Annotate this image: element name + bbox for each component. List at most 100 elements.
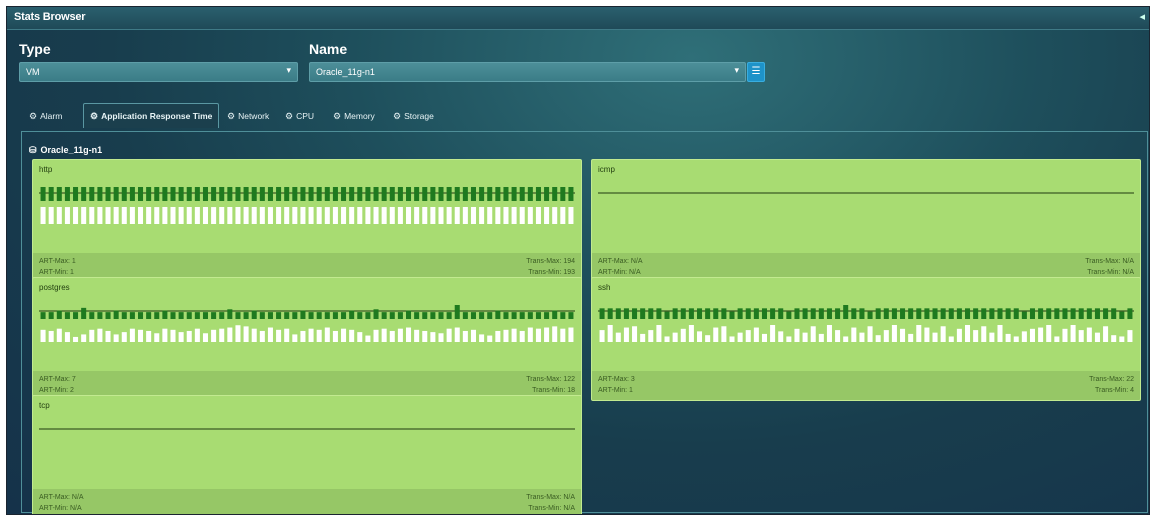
trans-bar bbox=[851, 327, 857, 342]
trans-bar bbox=[908, 333, 914, 342]
type-select[interactable]: VM ▾ bbox=[19, 62, 298, 82]
card-footer: ART-Max: N/A ART-Min: N/A Trans-Max: N/A… bbox=[33, 489, 581, 514]
trans-max: Trans-Max: 122 bbox=[526, 376, 575, 383]
art-max: ART-Max: N/A bbox=[598, 258, 643, 265]
tab-storage[interactable]: ⚙ Storage bbox=[387, 107, 440, 125]
art-bar bbox=[56, 187, 62, 201]
trans-bar bbox=[341, 328, 347, 342]
gear-icon: ⚙ bbox=[29, 111, 38, 121]
tab-network[interactable]: ⚙ Network bbox=[221, 107, 275, 125]
gear-icon: ⚙ bbox=[285, 111, 294, 121]
trans-bar bbox=[462, 330, 468, 342]
trans-bar bbox=[332, 330, 338, 342]
tab-cpu[interactable]: ⚙ CPU bbox=[279, 107, 320, 125]
art-bar bbox=[672, 308, 678, 319]
trans-bar bbox=[778, 331, 784, 342]
art-bar bbox=[162, 187, 168, 201]
art-bar bbox=[462, 312, 468, 319]
trans-min: Trans-Min: 193 bbox=[528, 269, 575, 276]
art-bar bbox=[105, 187, 111, 201]
chevron-down-icon: ▾ bbox=[734, 65, 739, 75]
trans-bar bbox=[357, 332, 363, 342]
trans-bar bbox=[389, 207, 395, 224]
gear-icon: ⚙ bbox=[227, 111, 236, 121]
trans-bar bbox=[1062, 328, 1068, 342]
list-view-button[interactable]: ☰ bbox=[747, 62, 765, 82]
art-bar bbox=[560, 312, 566, 319]
trans-bar bbox=[688, 325, 694, 342]
trans-bar bbox=[89, 207, 95, 224]
trans-bar bbox=[259, 330, 265, 342]
trans-bar bbox=[786, 336, 792, 342]
art-bar bbox=[826, 308, 832, 319]
art-bar bbox=[859, 308, 865, 319]
art-bar bbox=[365, 187, 371, 201]
trans-max: Trans-Max: 22 bbox=[1089, 376, 1134, 383]
trans-bar bbox=[373, 329, 379, 342]
trans-max: Trans-Max: N/A bbox=[526, 494, 575, 501]
art-bar bbox=[276, 312, 282, 319]
trans-bar bbox=[56, 207, 62, 224]
trans-bar bbox=[235, 325, 241, 342]
trans-bar bbox=[1103, 326, 1109, 342]
trans-bar bbox=[479, 207, 485, 224]
tab-label: CPU bbox=[296, 111, 315, 121]
trans-bar bbox=[552, 326, 558, 342]
art-bar bbox=[479, 312, 485, 319]
trans-bar bbox=[64, 332, 70, 342]
tab-alarm[interactable]: ⚙ Alarm bbox=[23, 107, 68, 125]
art-bar bbox=[446, 187, 452, 201]
art-bar bbox=[623, 308, 629, 319]
art-bar bbox=[308, 187, 314, 201]
trans-bar bbox=[519, 330, 525, 342]
trans-bar bbox=[349, 207, 355, 224]
collapse-icon[interactable]: ◂ bbox=[1139, 10, 1145, 23]
trans-bar bbox=[251, 207, 257, 224]
trans-bar bbox=[818, 333, 824, 342]
art-bar bbox=[786, 311, 792, 319]
art-bar bbox=[227, 187, 233, 201]
card-chart bbox=[598, 180, 1134, 230]
tab-application-response-time[interactable]: ⚙ Application Response Time bbox=[83, 103, 220, 128]
trans-bar bbox=[146, 330, 152, 342]
art-bar bbox=[908, 308, 914, 319]
art-bar bbox=[397, 187, 403, 201]
art-bar bbox=[503, 312, 509, 319]
trans-bar bbox=[276, 329, 282, 342]
art-bar bbox=[964, 308, 971, 319]
art-bar bbox=[956, 308, 962, 319]
trans-bar bbox=[219, 328, 225, 342]
trans-min: Trans-Min: N/A bbox=[1087, 269, 1134, 276]
card-chart bbox=[39, 298, 575, 348]
trans-bar bbox=[1070, 325, 1076, 342]
trans-min: Trans-Min: 18 bbox=[532, 387, 575, 394]
art-bar bbox=[202, 187, 209, 201]
trans-bar bbox=[292, 334, 298, 342]
card-chart-svg bbox=[39, 428, 575, 430]
card-title: ssh bbox=[598, 283, 611, 292]
trans-bar bbox=[284, 207, 290, 224]
trans-bar bbox=[357, 207, 363, 224]
trans-bar bbox=[73, 207, 79, 224]
trans-bar bbox=[324, 327, 330, 342]
trans-bar bbox=[414, 207, 420, 224]
trans-bar bbox=[219, 207, 225, 224]
art-bar bbox=[341, 312, 347, 319]
art-bar bbox=[414, 187, 420, 201]
trans-bar bbox=[113, 207, 119, 224]
trans-bar bbox=[940, 326, 946, 342]
art-bar bbox=[349, 310, 355, 319]
name-select[interactable]: Oracle_11g-n1 ▾ bbox=[309, 62, 746, 82]
art-bar bbox=[544, 187, 550, 201]
trans-bar bbox=[981, 326, 987, 342]
trans-bar bbox=[867, 326, 873, 342]
tab-memory[interactable]: ⚙ Memory bbox=[327, 107, 381, 125]
trans-bar bbox=[170, 329, 176, 342]
art-bar bbox=[696, 308, 703, 319]
trans-bar bbox=[721, 326, 727, 342]
trans-bar bbox=[479, 334, 485, 342]
trans-max: Trans-Max: 194 bbox=[526, 258, 575, 265]
art-bar bbox=[495, 310, 501, 319]
art-bar bbox=[113, 310, 119, 319]
trans-bar bbox=[267, 207, 273, 224]
